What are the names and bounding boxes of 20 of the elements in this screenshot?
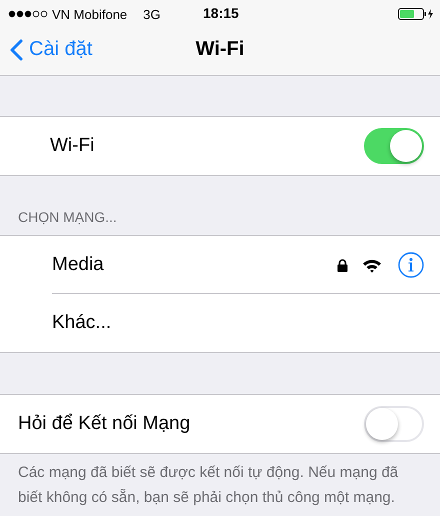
ask-to-join-toggle[interactable] (364, 406, 424, 442)
signal-icon (8, 10, 48, 18)
network-name[interactable]: Media (52, 254, 337, 276)
back-button[interactable]: Cài đặt (0, 38, 92, 61)
wifi-label: Wi-Fi (50, 135, 94, 157)
back-label[interactable]: Cài đặt (29, 38, 92, 61)
screen-title: Wi-Fi (194, 38, 246, 61)
chevron-left-icon (10, 38, 23, 60)
ask-to-join-label: Hỏi để Kết nối Mạng (18, 413, 192, 435)
info-button[interactable] (398, 252, 424, 278)
battery-icon (398, 8, 434, 20)
network-type: 3G (143, 6, 160, 22)
carrier-name: VN Mobifone (52, 6, 128, 22)
wifi-icon (362, 258, 382, 272)
info-icon (398, 252, 424, 278)
other-network-item[interactable]: Khác... (52, 312, 424, 334)
wifi-toggle[interactable] (364, 128, 424, 164)
clock-time: 18:15 (203, 5, 239, 21)
section-header: CHỌN MẠNG... (18, 209, 117, 225)
footer-note: Các mạng đã biết sẽ được kết nối tự động. Nếu mạng đã biết không có sẵn, bạn sẽ phải chọn thủ công một mạng. (17, 463, 400, 508)
